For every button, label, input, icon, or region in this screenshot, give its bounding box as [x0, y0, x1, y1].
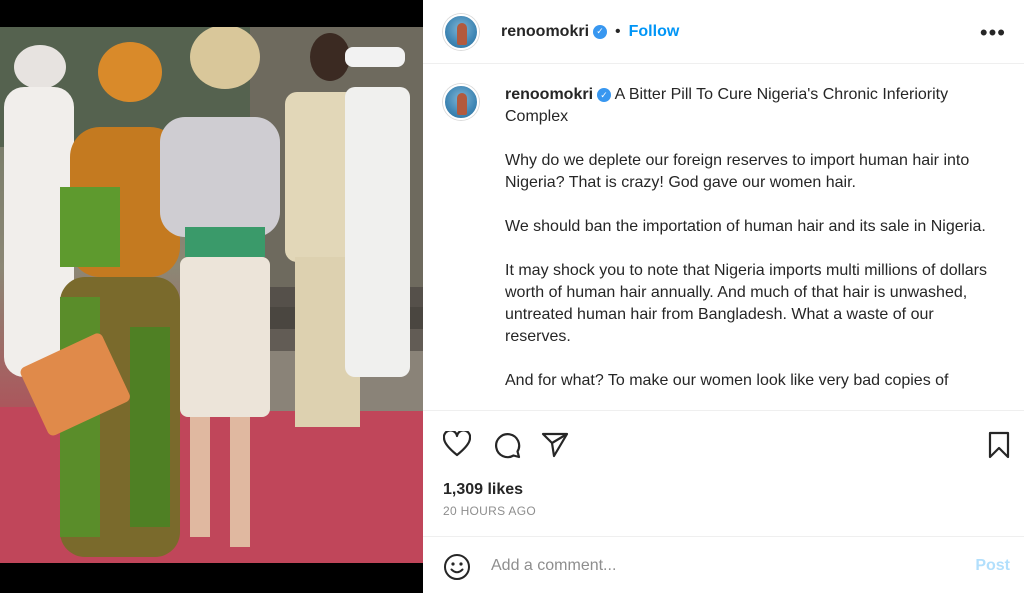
- post-photo[interactable]: [0, 27, 423, 563]
- post-timestamp[interactable]: 20 HOURS AGO: [443, 504, 536, 518]
- comment-input[interactable]: [491, 553, 951, 579]
- post-comment-button[interactable]: Post: [975, 557, 1010, 575]
- follow-button[interactable]: Follow: [629, 23, 680, 41]
- more-options-icon[interactable]: •••: [980, 20, 1006, 46]
- caption-paragraph: We should ban the importation of human h…: [505, 218, 986, 235]
- heart-icon[interactable]: [443, 431, 471, 457]
- caption: renoomokri ✓ A Bitter Pill To Cure Nigeri…: [443, 84, 1003, 392]
- caption-paragraph: Why do we deplete our foreign reserves t…: [505, 152, 970, 191]
- share-icon[interactable]: [541, 431, 569, 459]
- caption-paragraph: It may shock you to note that Nigeria im…: [505, 262, 987, 345]
- separator-dot: •: [615, 22, 621, 40]
- username-link[interactable]: renoomokri: [501, 23, 589, 41]
- bookmark-icon[interactable]: [987, 431, 1011, 459]
- emoji-icon[interactable]: [443, 553, 471, 581]
- comment-icon[interactable]: [493, 431, 521, 459]
- caption-username[interactable]: renoomokri: [505, 86, 593, 103]
- post-side-panel: renoomokri ✓ • Follow ••• renoomokri ✓ A …: [423, 0, 1024, 593]
- caption-paragraph: And for what? To make our women look lik…: [505, 372, 949, 389]
- caption-avatar[interactable]: [443, 84, 479, 120]
- post-header: renoomokri ✓ • Follow •••: [423, 0, 1024, 64]
- action-bar: [423, 425, 1024, 465]
- verified-badge-icon: ✓: [597, 88, 612, 102]
- post-media-pane: [0, 0, 423, 593]
- caption-text: renoomokri ✓ A Bitter Pill To Cure Nigeri…: [505, 84, 1003, 392]
- caption-scroll-area[interactable]: renoomokri ✓ A Bitter Pill To Cure Nigeri…: [423, 64, 1024, 411]
- avatar[interactable]: [443, 13, 479, 50]
- comment-bar: Post: [423, 536, 1024, 593]
- verified-badge-icon: ✓: [593, 24, 608, 39]
- likes-count[interactable]: 1,309 likes: [443, 481, 523, 499]
